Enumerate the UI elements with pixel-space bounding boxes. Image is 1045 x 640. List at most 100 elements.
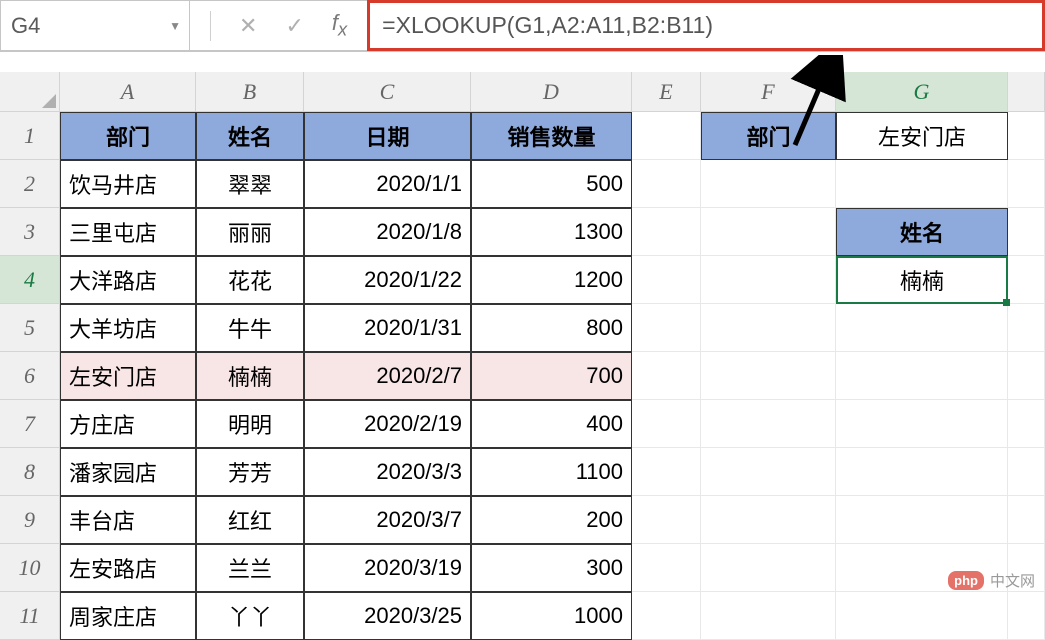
cell-A6[interactable]: 左安门店 <box>60 352 196 400</box>
cell-C1[interactable]: 日期 <box>304 112 471 160</box>
cell-A7[interactable]: 方庄店 <box>60 400 196 448</box>
cell-B5[interactable]: 牛牛 <box>196 304 304 352</box>
column-header-G[interactable]: G <box>836 72 1008 112</box>
row-header-2[interactable]: 2 <box>0 160 60 208</box>
cell-F8[interactable] <box>701 448 836 496</box>
cell-G2[interactable] <box>836 160 1008 208</box>
cell-E6[interactable] <box>632 352 701 400</box>
cell-C5[interactable]: 2020/1/31 <box>304 304 471 352</box>
cell-B2[interactable]: 翠翠 <box>196 160 304 208</box>
select-all-corner[interactable] <box>0 72 60 112</box>
cell-B8[interactable]: 芳芳 <box>196 448 304 496</box>
row-header-1[interactable]: 1 <box>0 112 60 160</box>
cell-G11[interactable] <box>836 592 1008 640</box>
cell-G9[interactable] <box>836 496 1008 544</box>
cell-G7[interactable] <box>836 400 1008 448</box>
cell-D10[interactable]: 300 <box>471 544 632 592</box>
cell-G6[interactable] <box>836 352 1008 400</box>
cell-A8[interactable]: 潘家园店 <box>60 448 196 496</box>
cell-C7[interactable]: 2020/2/19 <box>304 400 471 448</box>
fx-icon[interactable]: fx <box>332 10 347 40</box>
cell-F1[interactable]: 部门 <box>701 112 836 160</box>
cell-D4[interactable]: 1200 <box>471 256 632 304</box>
name-box[interactable]: G4 ▼ <box>0 0 190 51</box>
cell-C9[interactable]: 2020/3/7 <box>304 496 471 544</box>
cell-C3[interactable]: 2020/1/8 <box>304 208 471 256</box>
cell-C11[interactable]: 2020/3/25 <box>304 592 471 640</box>
cell-G1[interactable]: 左安门店 <box>836 112 1008 160</box>
cell-F2[interactable] <box>701 160 836 208</box>
column-header-D[interactable]: D <box>471 72 632 112</box>
cell-E7[interactable] <box>632 400 701 448</box>
cell-C4[interactable]: 2020/1/22 <box>304 256 471 304</box>
cell-E9[interactable] <box>632 496 701 544</box>
cell-B6[interactable]: 楠楠 <box>196 352 304 400</box>
cell-E1[interactable] <box>632 112 701 160</box>
cell-A10[interactable]: 左安路店 <box>60 544 196 592</box>
cell-A2[interactable]: 饮马井店 <box>60 160 196 208</box>
cell-C6[interactable]: 2020/2/7 <box>304 352 471 400</box>
cell-C8[interactable]: 2020/3/3 <box>304 448 471 496</box>
cell-C2[interactable]: 2020/1/1 <box>304 160 471 208</box>
column-header-E[interactable]: E <box>632 72 701 112</box>
formula-input[interactable]: =XLOOKUP(G1,A2:A11,B2:B11) <box>367 0 1045 51</box>
cell-A1[interactable]: 部门 <box>60 112 196 160</box>
cell-D9[interactable]: 200 <box>471 496 632 544</box>
cell-A9[interactable]: 丰台店 <box>60 496 196 544</box>
cell-G4[interactable]: 楠楠 <box>836 256 1008 304</box>
column-header-F[interactable]: F <box>701 72 836 112</box>
cell-G8[interactable] <box>836 448 1008 496</box>
cell-D8[interactable]: 1100 <box>471 448 632 496</box>
cell-A3[interactable]: 三里屯店 <box>60 208 196 256</box>
row-header-4[interactable]: 4 <box>0 256 60 304</box>
cell-D6[interactable]: 700 <box>471 352 632 400</box>
cell-D2[interactable]: 500 <box>471 160 632 208</box>
row-header-8[interactable]: 8 <box>0 448 60 496</box>
cell-E2[interactable] <box>632 160 701 208</box>
cell-F5[interactable] <box>701 304 836 352</box>
cell-F3[interactable] <box>701 208 836 256</box>
row-header-9[interactable]: 9 <box>0 496 60 544</box>
column-header-B[interactable]: B <box>196 72 304 112</box>
cell-E4[interactable] <box>632 256 701 304</box>
row-header-5[interactable]: 5 <box>0 304 60 352</box>
cell-D11[interactable]: 1000 <box>471 592 632 640</box>
cell-E10[interactable] <box>632 544 701 592</box>
row-header-11[interactable]: 11 <box>0 592 60 640</box>
cell-B10[interactable]: 兰兰 <box>196 544 304 592</box>
cell-F11[interactable] <box>701 592 836 640</box>
row-header-6[interactable]: 6 <box>0 352 60 400</box>
cell-F9[interactable] <box>701 496 836 544</box>
cell-G5[interactable] <box>836 304 1008 352</box>
cell-E3[interactable] <box>632 208 701 256</box>
cell-C10[interactable]: 2020/3/19 <box>304 544 471 592</box>
cell-F10[interactable] <box>701 544 836 592</box>
row-header-10[interactable]: 10 <box>0 544 60 592</box>
cell-B9[interactable]: 红红 <box>196 496 304 544</box>
cancel-icon[interactable]: ✕ <box>239 13 257 39</box>
cell-E11[interactable] <box>632 592 701 640</box>
cell-E5[interactable] <box>632 304 701 352</box>
spreadsheet-grid[interactable]: ABCDEFG1部门姓名日期销售数量部门左安门店2饮马井店翠翠2020/1/15… <box>0 72 1045 640</box>
cell-A4[interactable]: 大洋路店 <box>60 256 196 304</box>
enter-icon[interactable]: ✓ <box>285 13 303 39</box>
cell-F6[interactable] <box>701 352 836 400</box>
cell-G3[interactable]: 姓名 <box>836 208 1008 256</box>
column-header-C[interactable]: C <box>304 72 471 112</box>
cell-D7[interactable]: 400 <box>471 400 632 448</box>
column-header-A[interactable]: A <box>60 72 196 112</box>
cell-B11[interactable]: 丫丫 <box>196 592 304 640</box>
cell-A5[interactable]: 大羊坊店 <box>60 304 196 352</box>
cell-D5[interactable]: 800 <box>471 304 632 352</box>
name-box-dropdown-icon[interactable]: ▼ <box>169 19 181 33</box>
row-header-3[interactable]: 3 <box>0 208 60 256</box>
cell-A11[interactable]: 周家庄店 <box>60 592 196 640</box>
cell-F7[interactable] <box>701 400 836 448</box>
cell-E8[interactable] <box>632 448 701 496</box>
cell-D1[interactable]: 销售数量 <box>471 112 632 160</box>
cell-D3[interactable]: 1300 <box>471 208 632 256</box>
row-header-7[interactable]: 7 <box>0 400 60 448</box>
cell-B3[interactable]: 丽丽 <box>196 208 304 256</box>
cell-F4[interactable] <box>701 256 836 304</box>
cell-B7[interactable]: 明明 <box>196 400 304 448</box>
